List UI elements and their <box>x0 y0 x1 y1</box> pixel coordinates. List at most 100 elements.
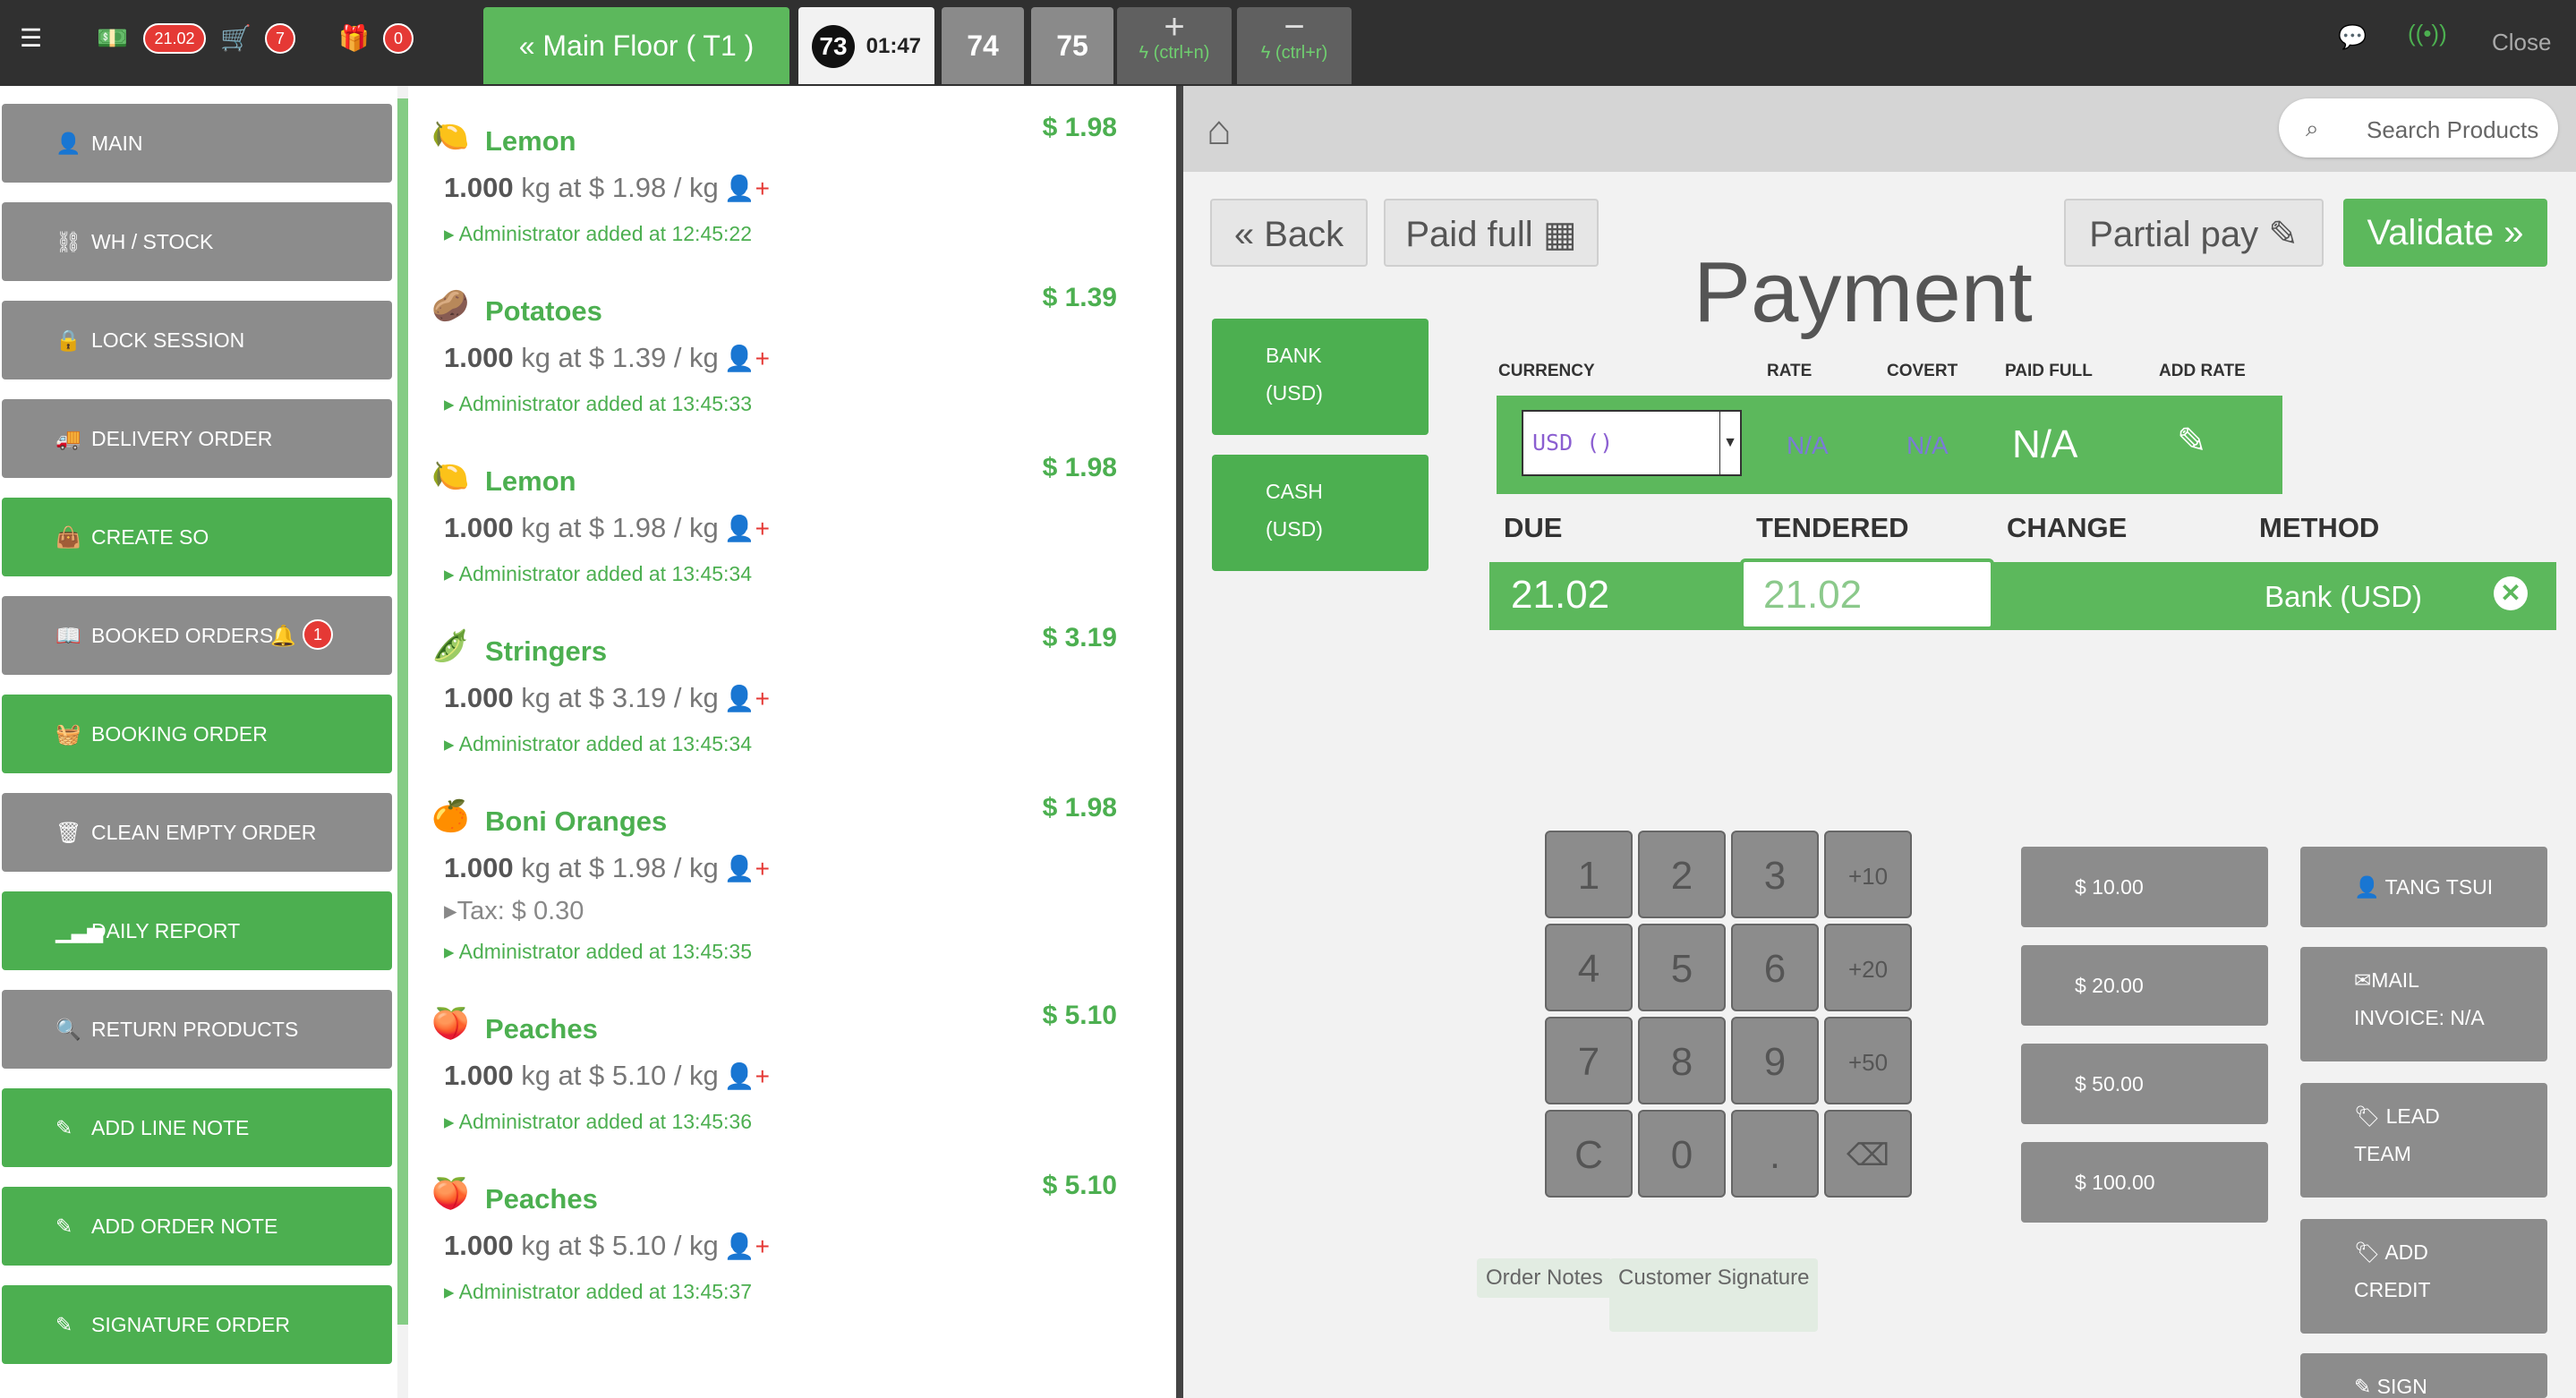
sidebar-item-lock-session[interactable]: 🔒 LOCK SESSION <box>2 301 392 379</box>
key-plus-50[interactable]: +50 <box>1824 1017 1912 1104</box>
assign-person-icon[interactable]: 👤+ <box>724 515 770 542</box>
key-9[interactable]: 9 <box>1731 1017 1819 1104</box>
backspace-icon[interactable]: ⌫ <box>1824 1110 1912 1198</box>
remove-line-icon[interactable]: ✕ <box>2494 576 2528 610</box>
sidebar-item-delivery-order[interactable]: 🚚 DELIVERY ORDER <box>2 399 392 478</box>
stringers-icon: 🫛 <box>431 629 470 663</box>
back-button[interactable]: « Back <box>1210 199 1368 267</box>
assign-person-icon[interactable]: 👤+ <box>724 685 770 712</box>
currency-select[interactable]: USD () ▼ <box>1522 410 1742 476</box>
cash-10-button[interactable]: $ 10.00 <box>2021 847 2268 927</box>
product-name: Lemon <box>485 125 576 157</box>
sidebar-item-booking-order[interactable]: 🧺 BOOKING ORDER <box>2 695 392 773</box>
assign-person-icon[interactable]: 👤+ <box>724 345 770 372</box>
assign-person-icon[interactable]: 👤+ <box>724 855 770 882</box>
order-notes-tab[interactable]: Order Notes <box>1477 1258 1612 1298</box>
product-name: Stringers <box>485 635 608 667</box>
assign-person-icon[interactable]: 👤+ <box>724 1232 770 1260</box>
double-chevron-right-icon: » <box>2503 213 2524 252</box>
covert-header: COVERT <box>1887 362 1958 380</box>
gift-icon[interactable]: 🎁 <box>338 23 370 53</box>
potatoes-icon: 🥔 <box>431 289 470 323</box>
lemon-icon: 🍋 <box>431 459 470 493</box>
remove-order-button[interactable]: − ϟ (ctrl+r) <box>1237 7 1352 84</box>
assign-person-icon[interactable]: 👤+ <box>724 175 770 202</box>
chat-icon[interactable]: 💬 <box>2338 23 2367 51</box>
search-products-input[interactable]: ⌕ Search Products <box>2279 98 2558 158</box>
wifi-icon: ((•)) <box>2408 20 2447 47</box>
payment-screen: ⌂ ⌕ Search Products « Back Paid full ▦ P… <box>1183 86 2576 1398</box>
line-price: $ 5.10 <box>1042 1001 1117 1030</box>
user-icon: 👤 <box>55 132 81 155</box>
cash-100-button[interactable]: $ 100.00 <box>2021 1142 2268 1223</box>
payment-method-cash[interactable]: CASH (USD) <box>1212 455 1429 571</box>
sidebar-item-return-products[interactable]: 🔍 RETURN PRODUCTS <box>2 990 392 1069</box>
edit-icon: ✎ <box>2354 1375 2372 1398</box>
key-5[interactable]: 5 <box>1638 924 1726 1011</box>
partial-pay-button[interactable]: Partial pay ✎ <box>2064 199 2324 267</box>
booked-orders-badge: 1 <box>303 619 333 650</box>
peaches-icon: 🍑 <box>431 1177 470 1211</box>
key-6[interactable]: 6 <box>1731 924 1819 1011</box>
paid-full-button[interactable]: Paid full ▦ <box>1384 199 1599 267</box>
key-1[interactable]: 1 <box>1545 831 1633 918</box>
sidebar-item-clean-empty-order[interactable]: 🗑 CLEAN EMPTY ORDER <box>2 793 392 872</box>
user-icon: 👤 <box>2354 875 2380 899</box>
key-3[interactable]: 3 <box>1731 831 1819 918</box>
key-decimal[interactable]: . <box>1731 1110 1819 1198</box>
edit-icon: ✎ <box>55 1215 73 1238</box>
key-8[interactable]: 8 <box>1638 1017 1726 1104</box>
sidebar-item-signature-order[interactable]: ✎ SIGNATURE ORDER <box>2 1285 392 1364</box>
key-4[interactable]: 4 <box>1545 924 1633 1011</box>
line-added-info: Administrator added at 13:45:35 <box>458 940 752 963</box>
order-tab-74[interactable]: 74 <box>942 7 1024 84</box>
key-plus-10[interactable]: +10 <box>1824 831 1912 918</box>
payment-method-bank[interactable]: BANK (USD) <box>1212 319 1429 435</box>
add-label: ADD <box>2384 1240 2428 1264</box>
sidebar-item-main[interactable]: 👤 MAIN <box>2 104 392 183</box>
customer-button[interactable]: 👤 TANG TSUI <box>2300 847 2547 927</box>
list-menu-icon[interactable]: ☰ <box>20 23 42 53</box>
rate-header: RATE <box>1767 362 1813 380</box>
back-label: Back <box>1264 215 1344 254</box>
sidebar-item-booked-orders[interactable]: 📖 BOOKED ORDERS 🔔 1 <box>2 596 392 675</box>
new-order-button[interactable]: + ϟ (ctrl+n) <box>1117 7 1232 84</box>
caret-right-icon: ▸ <box>444 940 455 963</box>
line-price: $ 1.98 <box>1042 453 1117 482</box>
sidebar-item-add-order-note[interactable]: ✎ ADD ORDER NOTE <box>2 1187 392 1266</box>
cash-icon[interactable]: 💵 <box>97 23 128 53</box>
tendered-input[interactable]: 21.02 <box>1740 558 1994 630</box>
key-0[interactable]: 0 <box>1638 1110 1726 1198</box>
sidebar-item-create-so[interactable]: 👜 CREATE SO <box>2 498 392 576</box>
sidebar-item-add-line-note[interactable]: ✎ ADD LINE NOTE <box>2 1088 392 1167</box>
bell-icon: 🔔 <box>270 624 296 647</box>
partial-pay-label: Partial pay <box>2089 215 2259 254</box>
customer-signature-tab[interactable]: Customer Signature <box>1609 1258 1819 1332</box>
key-2[interactable]: 2 <box>1638 831 1726 918</box>
cash-50-button[interactable]: $ 50.00 <box>2021 1044 2268 1124</box>
cart-icon[interactable]: 🛒 <box>220 23 252 53</box>
home-icon[interactable]: ⌂ <box>1207 106 1232 154</box>
order-tab-75[interactable]: 75 <box>1031 7 1113 84</box>
key-clear[interactable]: C <box>1545 1110 1633 1198</box>
mail-invoice-button[interactable]: ✉MAIL INVOICE: N/A <box>2300 947 2547 1061</box>
key-plus-20[interactable]: +20 <box>1824 924 1912 1011</box>
assign-person-icon[interactable]: 👤+ <box>724 1062 770 1090</box>
add-credit-button[interactable]: 🏷 ADD CREDIT <box>2300 1219 2547 1334</box>
sidebar-item-wh-stock[interactable]: ⛓ WH / STOCK <box>2 202 392 281</box>
floor-selector-button[interactable]: « Main Floor ( T1 ) <box>483 7 789 84</box>
currency-header: CURRENCY <box>1498 362 1595 380</box>
sidebar-item-daily-report[interactable]: ▁▃▅ DAILY REPORT <box>2 891 392 970</box>
validate-button[interactable]: Validate » <box>2343 199 2547 267</box>
close-button[interactable]: Close <box>2492 29 2551 56</box>
sidebar-divider <box>397 98 408 1325</box>
sign-button[interactable]: ✎ SIGN <box>2300 1353 2547 1398</box>
lead-team-button[interactable]: 🏷 LEAD TEAM <box>2300 1083 2547 1198</box>
edit-rate-icon[interactable]: ✎ <box>2177 421 2207 462</box>
customer-name: TANG TSUI <box>2384 875 2494 899</box>
line-unit-text: kg at $ 1.98 / kg <box>521 172 719 203</box>
order-tab-active[interactable]: 73 01:47 <box>798 7 934 84</box>
key-7[interactable]: 7 <box>1545 1017 1633 1104</box>
method-name: CASH <box>1266 480 1323 503</box>
cash-20-button[interactable]: $ 20.00 <box>2021 945 2268 1026</box>
